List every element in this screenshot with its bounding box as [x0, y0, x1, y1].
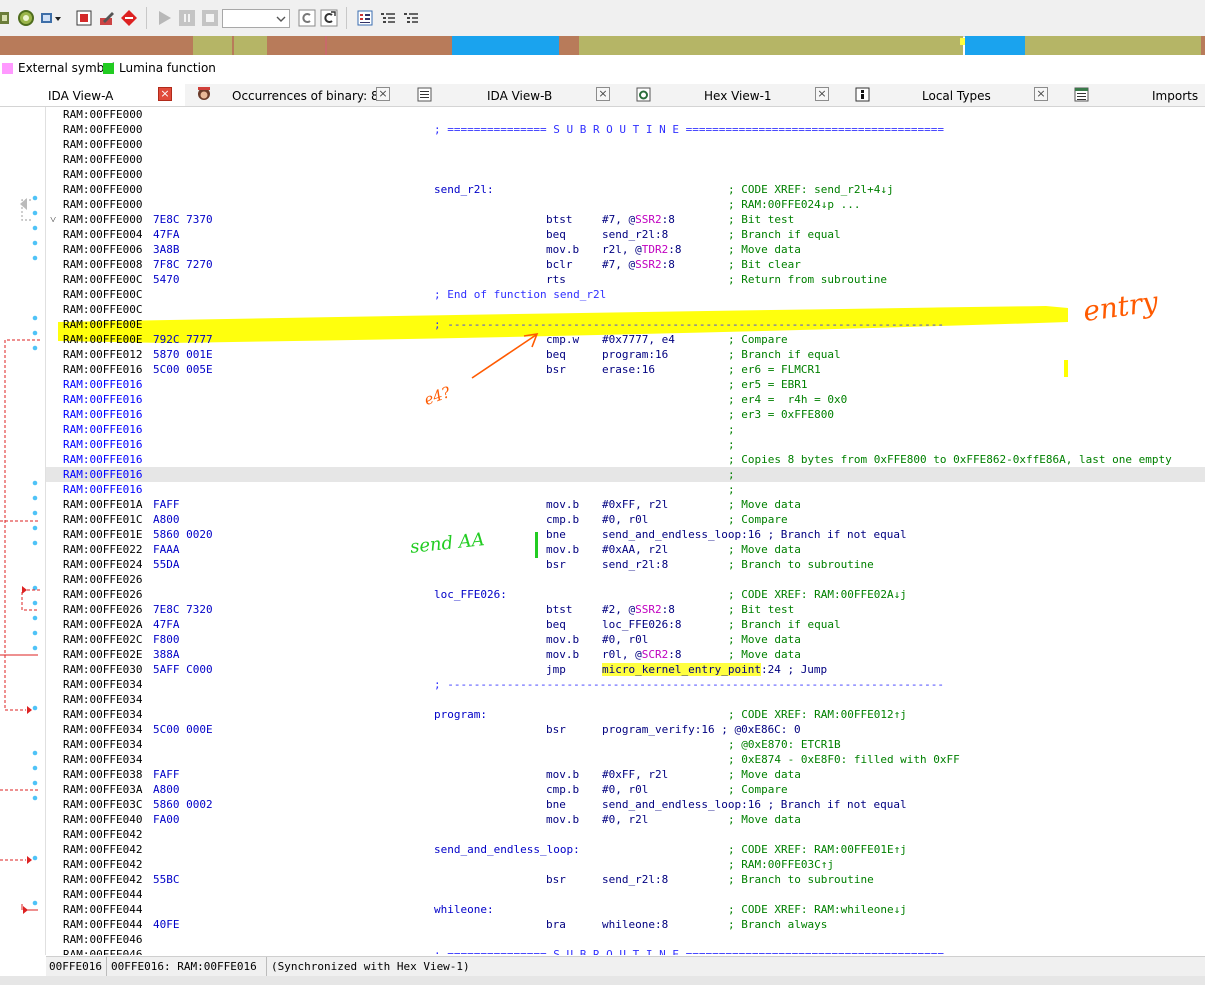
navband-data-segment[interactable]	[0, 36, 193, 55]
tab-imports[interactable]: Imports	[1068, 84, 1205, 106]
status-sync: (Synchronized with Hex View-1)	[271, 960, 470, 973]
debugger-selector-combo[interactable]	[222, 9, 290, 28]
disassembly-listing[interactable]: RAM:00FFE000 RAM:00FFE000; ==============…	[46, 107, 1205, 955]
window-bottom-bar	[0, 976, 1205, 985]
navband-data-segment[interactable]	[1201, 36, 1205, 55]
toolbar-separator	[346, 7, 347, 29]
step-over-icon[interactable]	[320, 9, 338, 27]
tab-label: Imports	[1152, 89, 1199, 103]
tab-label: Occurrences of binary: 8d	[232, 89, 387, 103]
close-icon[interactable]: ×	[815, 87, 829, 101]
navband-legend: External symbol Lumina function	[0, 57, 1205, 79]
tab-local-types[interactable]: Local Types ×	[852, 84, 1060, 106]
tab-occurrences[interactable]: Occurrences of binary: 8d ×	[193, 84, 403, 106]
lumina-function-swatch	[103, 63, 114, 74]
legend-label-lumina-function: Lumina function	[119, 61, 216, 75]
navband-blue-segment[interactable]	[965, 36, 1025, 55]
stop-process-icon[interactable]	[75, 9, 93, 27]
tab-hex-view-1[interactable]: Hex View-1 ×	[630, 84, 842, 106]
navband-code-segment[interactable]	[579, 36, 963, 55]
close-icon[interactable]: ×	[376, 87, 390, 101]
close-icon[interactable]: ×	[1034, 87, 1048, 101]
tab-label: IDA View-A	[48, 89, 114, 103]
navband-data-segment[interactable]	[559, 36, 579, 55]
status-bar: 00FFE016 00FFE016: RAM:00FFE016 (Synchro…	[46, 956, 1205, 977]
navband-data-segment[interactable]	[267, 36, 452, 55]
external-symbol-swatch	[2, 63, 13, 74]
hex-view-icon	[636, 87, 651, 102]
local-types-icon	[855, 87, 870, 102]
list-view-icon[interactable]	[379, 9, 397, 27]
tab-ida-view-b[interactable]: IDA View-B ×	[410, 84, 620, 106]
debugger-icon[interactable]	[0, 9, 12, 27]
tab-bar: IDA View-A × Occurrences of binary: 8d ×…	[0, 84, 1205, 107]
select-debugger-icon[interactable]	[17, 9, 35, 27]
tab-label: Local Types	[922, 89, 991, 103]
arrows-gutter[interactable]	[0, 107, 46, 955]
navband-blue-segment[interactable]	[452, 36, 559, 55]
control-flow-arrows	[0, 195, 40, 914]
tab-label: Hex View-1	[704, 89, 772, 103]
navband-marker	[325, 36, 327, 55]
imports-icon	[1074, 87, 1089, 102]
breakpoint-edit-icon[interactable]	[98, 9, 116, 27]
handwritten-annotations	[471, 332, 1068, 558]
step-into-icon[interactable]	[298, 9, 316, 27]
toolbar	[0, 0, 1205, 37]
navigation-band[interactable]	[0, 36, 1205, 55]
tab-label: IDA View-B	[487, 89, 553, 103]
occurrences-icon	[198, 87, 210, 100]
status-divider	[266, 957, 267, 977]
navband-marker	[232, 36, 234, 55]
status-divider	[106, 957, 107, 977]
close-icon[interactable]: ×	[158, 87, 172, 101]
pause-process-icon[interactable]	[178, 9, 196, 27]
close-icon[interactable]: ×	[596, 87, 610, 101]
process-options-icon[interactable]	[40, 9, 64, 27]
tab-ida-view-a[interactable]: IDA View-A ×	[0, 84, 185, 106]
ida-view-icon	[417, 87, 432, 102]
navband-code-segment[interactable]	[193, 36, 267, 55]
breakpoint-dots	[32, 195, 38, 906]
navband-code-segment[interactable]	[1025, 36, 1205, 55]
start-process-icon[interactable]	[155, 9, 173, 27]
graph-view-icon[interactable]	[356, 9, 374, 27]
indent-view-icon[interactable]	[402, 9, 420, 27]
status-location: 00FFE016: RAM:00FFE016	[111, 960, 257, 973]
delete-breakpoint-icon[interactable]	[120, 9, 138, 27]
terminate-process-icon[interactable]	[201, 9, 219, 27]
legend-label-external-symbol: External symbol	[18, 61, 115, 75]
status-offset: 00FFE016	[49, 960, 102, 973]
chevron-down-icon	[276, 16, 286, 22]
toolbar-separator	[146, 7, 147, 29]
